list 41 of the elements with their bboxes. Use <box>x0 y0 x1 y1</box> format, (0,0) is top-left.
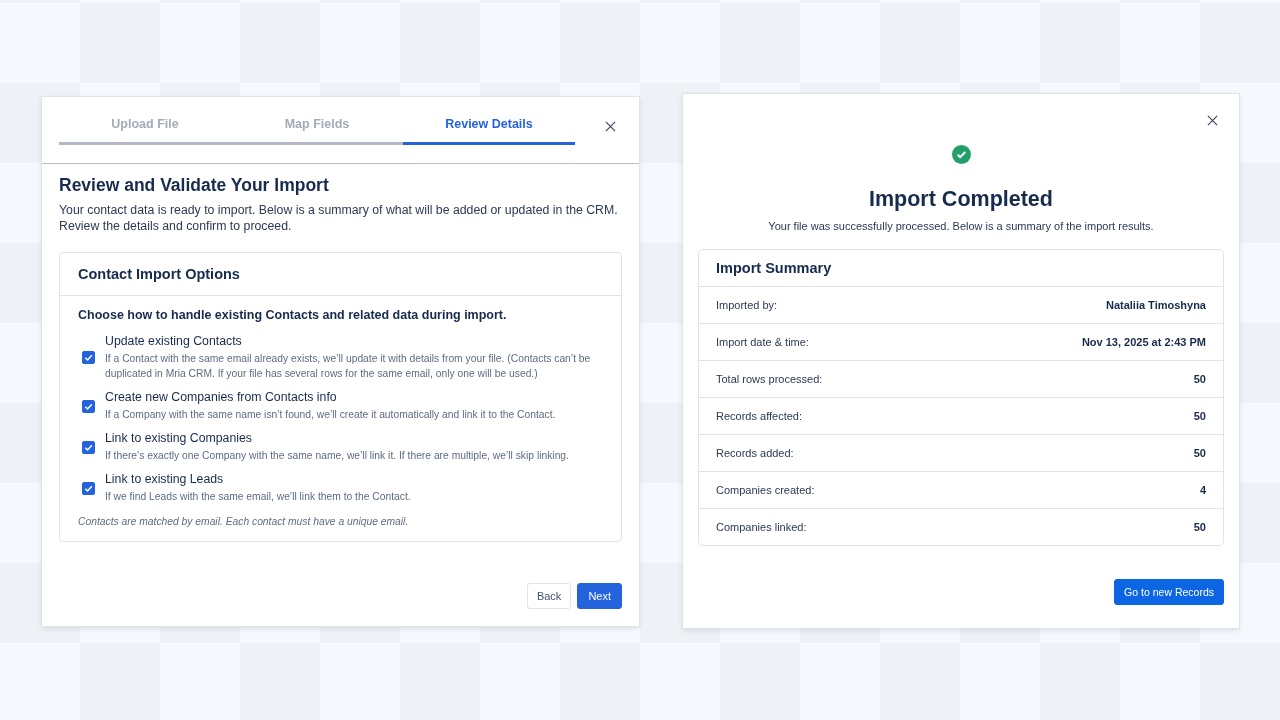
checkbox[interactable] <box>82 351 95 364</box>
checkbox[interactable] <box>82 399 95 413</box>
result-title: Import Completed <box>869 187 1053 212</box>
dialog-description: Your contact data is ready to import. Below is a summary of what will be added or updated in the CRM. Review the details and confirm to proceed. <box>59 202 619 234</box>
summary-value: 50 <box>1193 447 1206 459</box>
summary-value: 50 <box>1193 410 1206 422</box>
checkbox[interactable] <box>82 440 95 454</box>
summary-label: Companies linked: <box>716 521 807 533</box>
summary-value: 50 <box>1193 373 1206 385</box>
summary-label: Records added: <box>716 447 794 459</box>
summary-value: Nataliia Timoshyna <box>1105 299 1206 311</box>
option-hint: If a Contact with the same email already exists, we’ll update it with details from your file. (Contacts can’t be duplicated in Mria CRM. If your file has several rows for the same email, only one will be used.) <box>105 352 592 381</box>
option-hint: If we find Leads with the same email, we’ll link them to the Contact. <box>105 490 411 504</box>
summary-label: Total rows processed: <box>716 373 823 385</box>
card-title: Import Summary <box>716 260 832 276</box>
option-label: Update existing Contacts <box>105 334 243 348</box>
result-subtitle: Your file was successfully processed. Below is a summary of the import results. <box>768 220 1154 232</box>
close-icon[interactable] <box>605 121 616 132</box>
summary-value: 4 <box>1199 484 1206 496</box>
summary-label: Imported by: <box>716 299 778 311</box>
option-label: Create new Companies from Contacts info <box>105 390 338 404</box>
option-label: Link to existing Companies <box>105 431 253 445</box>
summary-label: Records affected: <box>716 410 802 422</box>
footnote: Contacts are matched by email. Each contact must have a unique email. <box>78 516 410 527</box>
options-prompt: Choose how to handle existing Contacts and related data during import. <box>78 308 508 322</box>
next-button[interactable]: Next <box>577 583 622 609</box>
dialog-title: Review and Validate Your Import <box>59 175 330 196</box>
summary-value: 50 <box>1193 521 1206 533</box>
option-label: Link to existing Leads <box>105 472 225 486</box>
option-hint: If a Company with the same name isn’t found, we’ll create it automatically and link it to the Contact. <box>105 408 556 422</box>
summary-label: Import date & time: <box>716 336 809 348</box>
back-button[interactable]: Back <box>526 583 572 609</box>
go-to-records-button[interactable]: Go to new Records <box>1114 579 1224 605</box>
success-check-icon <box>951 145 971 164</box>
summary-value: Nov 13, 2025 at 2:43 PM <box>1081 336 1206 348</box>
checkbox[interactable] <box>82 481 95 495</box>
step-tab[interactable]: Review Details <box>403 117 575 145</box>
card-title: Contact Import Options <box>78 266 240 282</box>
summary-label: Companies created: <box>716 484 815 496</box>
option-hint: If there’s exactly one Company with the same name, we’ll link it. If there are multiple, we’ll skip linking. <box>105 449 569 463</box>
close-icon[interactable] <box>1207 115 1218 126</box>
